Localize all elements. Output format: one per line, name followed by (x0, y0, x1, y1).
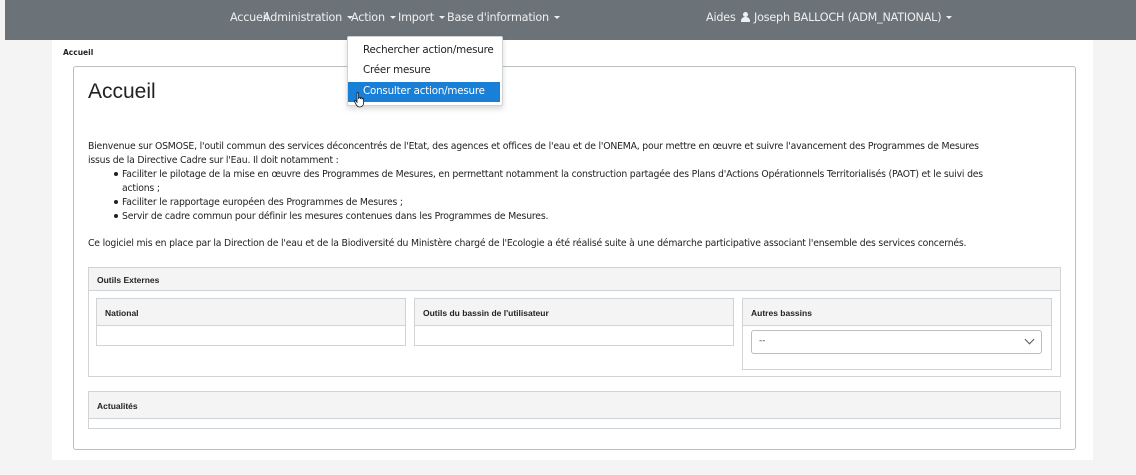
intro-outro: Ce logiciel mis en place par la Directio… (88, 238, 967, 249)
nav-administration[interactable]: Administration (263, 11, 354, 24)
select-value: -- (759, 336, 766, 346)
user-icon (741, 12, 750, 22)
intro-bullet-1-cont: actions ; (122, 183, 160, 194)
nav-base-information-label: Base d'information (447, 11, 549, 24)
nav-administration-label: Administration (263, 11, 343, 24)
bassin-utilisateur-header: Outils du bassin de l'utilisateur (415, 299, 733, 326)
intro-bullet-1: Faciliter le pilotage de la mise en œuvr… (114, 169, 983, 180)
actualites-panel: Actualités (88, 391, 1061, 429)
action-dropdown-menu: Rechercher action/mesure Créer mesure Co… (347, 36, 503, 106)
national-header: National (97, 299, 405, 326)
caret-down-icon (438, 16, 445, 19)
autres-bassins-select[interactable]: -- (751, 330, 1042, 354)
nav-action-label: Action (351, 11, 385, 24)
nav-base-information[interactable]: Base d'information (447, 11, 560, 24)
menu-item-consulter-label: Consulter action/mesure (363, 85, 485, 97)
national-panel: National (96, 298, 406, 346)
actualites-title: Actualités (97, 401, 138, 411)
menu-item-consulter[interactable]: Consulter action/mesure (348, 82, 500, 102)
national-title: National (105, 308, 139, 318)
chevron-down-icon (1024, 334, 1035, 345)
top-navbar: Accueil Administration Action Import Bas… (5, 0, 1136, 40)
bassin-utilisateur-panel: Outils du bassin de l'utilisateur (414, 298, 734, 346)
nav-import-label: Import (398, 11, 434, 24)
breadcrumb[interactable]: Accueil (63, 48, 93, 57)
page-title: Accueil (88, 80, 156, 103)
caret-down-icon (389, 16, 396, 19)
hand-cursor-icon (354, 92, 364, 108)
menu-item-creer-mesure[interactable]: Créer mesure (348, 61, 500, 81)
autres-bassins-title: Autres bassins (751, 308, 812, 318)
menu-item-creer-mesure-label: Créer mesure (363, 64, 431, 76)
nav-aides-label: Aides (706, 11, 736, 24)
nav-import[interactable]: Import (398, 11, 445, 24)
autres-bassins-header: Autres bassins (743, 299, 1051, 326)
intro-bullet-2: Faciliter le rapportage européen des Pro… (114, 197, 403, 208)
caret-down-icon (946, 16, 953, 19)
outils-externes-header: Outils Externes (89, 268, 1060, 291)
nav-user-label: Joseph BALLOCH (ADM_NATIONAL) (754, 11, 942, 24)
actualites-header: Actualités (89, 392, 1060, 419)
intro-bullet-3: Servir de cadre commun pour définir les … (113, 211, 549, 222)
intro-text-line2: issus de la Directive Cadre sur l'Eau. I… (88, 155, 339, 166)
intro-text-line1: Bienvenue sur OSMOSE, l'outil commun des… (88, 141, 979, 152)
nav-action[interactable]: Action (351, 11, 396, 24)
nav-aides[interactable]: Aides (706, 11, 736, 24)
menu-item-rechercher[interactable]: Rechercher action/mesure (348, 41, 500, 61)
outils-externes-title: Outils Externes (97, 275, 160, 285)
caret-down-icon (553, 16, 560, 19)
bassin-utilisateur-title: Outils du bassin de l'utilisateur (423, 308, 549, 318)
nav-user-menu[interactable]: Joseph BALLOCH (ADM_NATIONAL) (741, 11, 953, 24)
menu-item-rechercher-label: Rechercher action/mesure (363, 44, 494, 56)
